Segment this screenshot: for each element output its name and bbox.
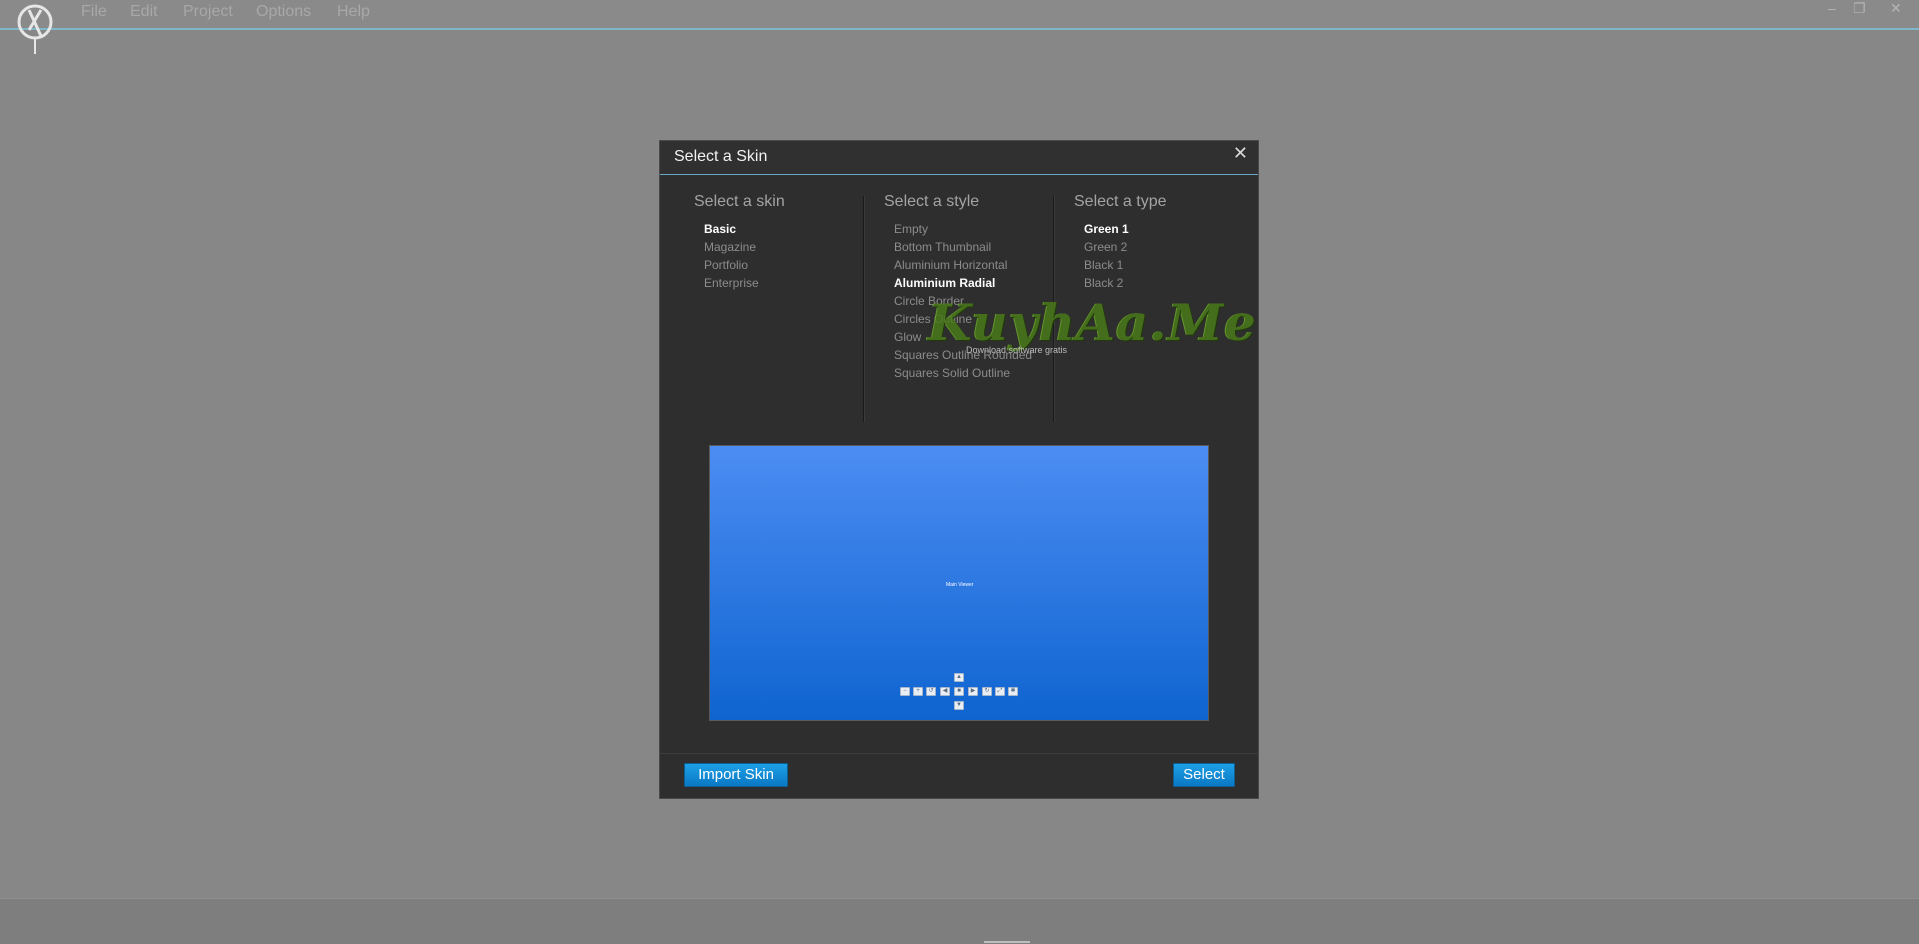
style-item-circle-border[interactable]: Circle Border: [894, 292, 1032, 310]
nav-right-icon: ▶: [968, 687, 978, 696]
column-divider: [1053, 196, 1054, 422]
type-item-green-2[interactable]: Green 2: [1084, 238, 1129, 256]
menu-bar: File Edit Project Options Help – ❐ ✕: [0, 0, 1919, 54]
type-item-black-1[interactable]: Black 1: [1084, 256, 1129, 274]
bottom-panel: [0, 898, 1919, 944]
select-skin-dialog: Select a Skin ✕ Select a skin Basic Maga…: [659, 140, 1259, 799]
style-item-bottom-thumbnail[interactable]: Bottom Thumbnail: [894, 238, 1032, 256]
menu-help[interactable]: Help: [337, 3, 370, 21]
style-item-squares-solid-outline[interactable]: Squares Solid Outline: [894, 364, 1032, 382]
nav-zoom-out-icon: −: [900, 687, 910, 696]
skin-item-basic[interactable]: Basic: [704, 220, 759, 238]
close-window-icon[interactable]: ✕: [1890, 0, 1902, 17]
nav-rotate-left-icon: ↺: [926, 687, 936, 696]
nav-fullscreen-icon: ⤢: [995, 687, 1005, 696]
style-item-aluminium-horizontal[interactable]: Aluminium Horizontal: [894, 256, 1032, 274]
style-item-squares-outline-rounded[interactable]: Squares Outline Rounded: [894, 346, 1032, 364]
nav-down-icon: ▼: [954, 701, 964, 710]
dialog-header: Select a Skin ✕: [660, 141, 1258, 175]
minimize-icon[interactable]: –: [1828, 0, 1836, 16]
style-column-heading: Select a style: [884, 193, 980, 210]
skin-preview: Main Viewer ▲ − + ↺ ◀ ■ ▶ ↻ ⤢ ✱ ▼: [709, 445, 1209, 721]
type-list: Green 1 Green 2 Black 1 Black 2: [1084, 220, 1129, 292]
menu-edit[interactable]: Edit: [130, 3, 158, 21]
nav-up-icon: ▲: [954, 673, 964, 682]
style-item-aluminium-radial[interactable]: Aluminium Radial: [894, 274, 1032, 292]
restore-icon[interactable]: ❐: [1853, 0, 1866, 17]
skin-item-enterprise[interactable]: Enterprise: [704, 274, 759, 292]
nav-rotate-right-icon: ↻: [982, 687, 992, 696]
menu-project[interactable]: Project: [183, 3, 233, 21]
dialog-footer-divider: [660, 753, 1258, 754]
style-list: Empty Bottom Thumbnail Aluminium Horizon…: [894, 220, 1032, 382]
style-item-glow[interactable]: Glow: [894, 328, 1032, 346]
preview-caption: Main Viewer: [946, 582, 974, 588]
skin-list: Basic Magazine Portfolio Enterprise: [704, 220, 759, 292]
app-logo-icon: [17, 4, 53, 54]
dialog-title: Select a Skin: [674, 148, 768, 165]
nav-settings-icon: ✱: [1008, 687, 1018, 696]
skin-item-magazine[interactable]: Magazine: [704, 238, 759, 256]
column-divider: [863, 196, 864, 422]
menu-options[interactable]: Options: [256, 3, 311, 21]
close-icon[interactable]: ✕: [1233, 143, 1248, 164]
skin-column-heading: Select a skin: [694, 193, 785, 210]
type-item-black-2[interactable]: Black 2: [1084, 274, 1129, 292]
nav-home-icon: ■: [954, 687, 964, 696]
skin-item-portfolio[interactable]: Portfolio: [704, 256, 759, 274]
style-item-empty[interactable]: Empty: [894, 220, 1032, 238]
type-item-green-1[interactable]: Green 1: [1084, 220, 1129, 238]
menu-file[interactable]: File: [81, 3, 107, 21]
nav-left-icon: ◀: [940, 687, 950, 696]
style-item-circles-outline[interactable]: Circles Outline: [894, 310, 1032, 328]
select-button[interactable]: Select: [1173, 763, 1235, 787]
import-skin-button[interactable]: Import Skin: [684, 763, 788, 787]
nav-zoom-in-icon: +: [913, 687, 923, 696]
type-column-heading: Select a type: [1074, 193, 1167, 210]
